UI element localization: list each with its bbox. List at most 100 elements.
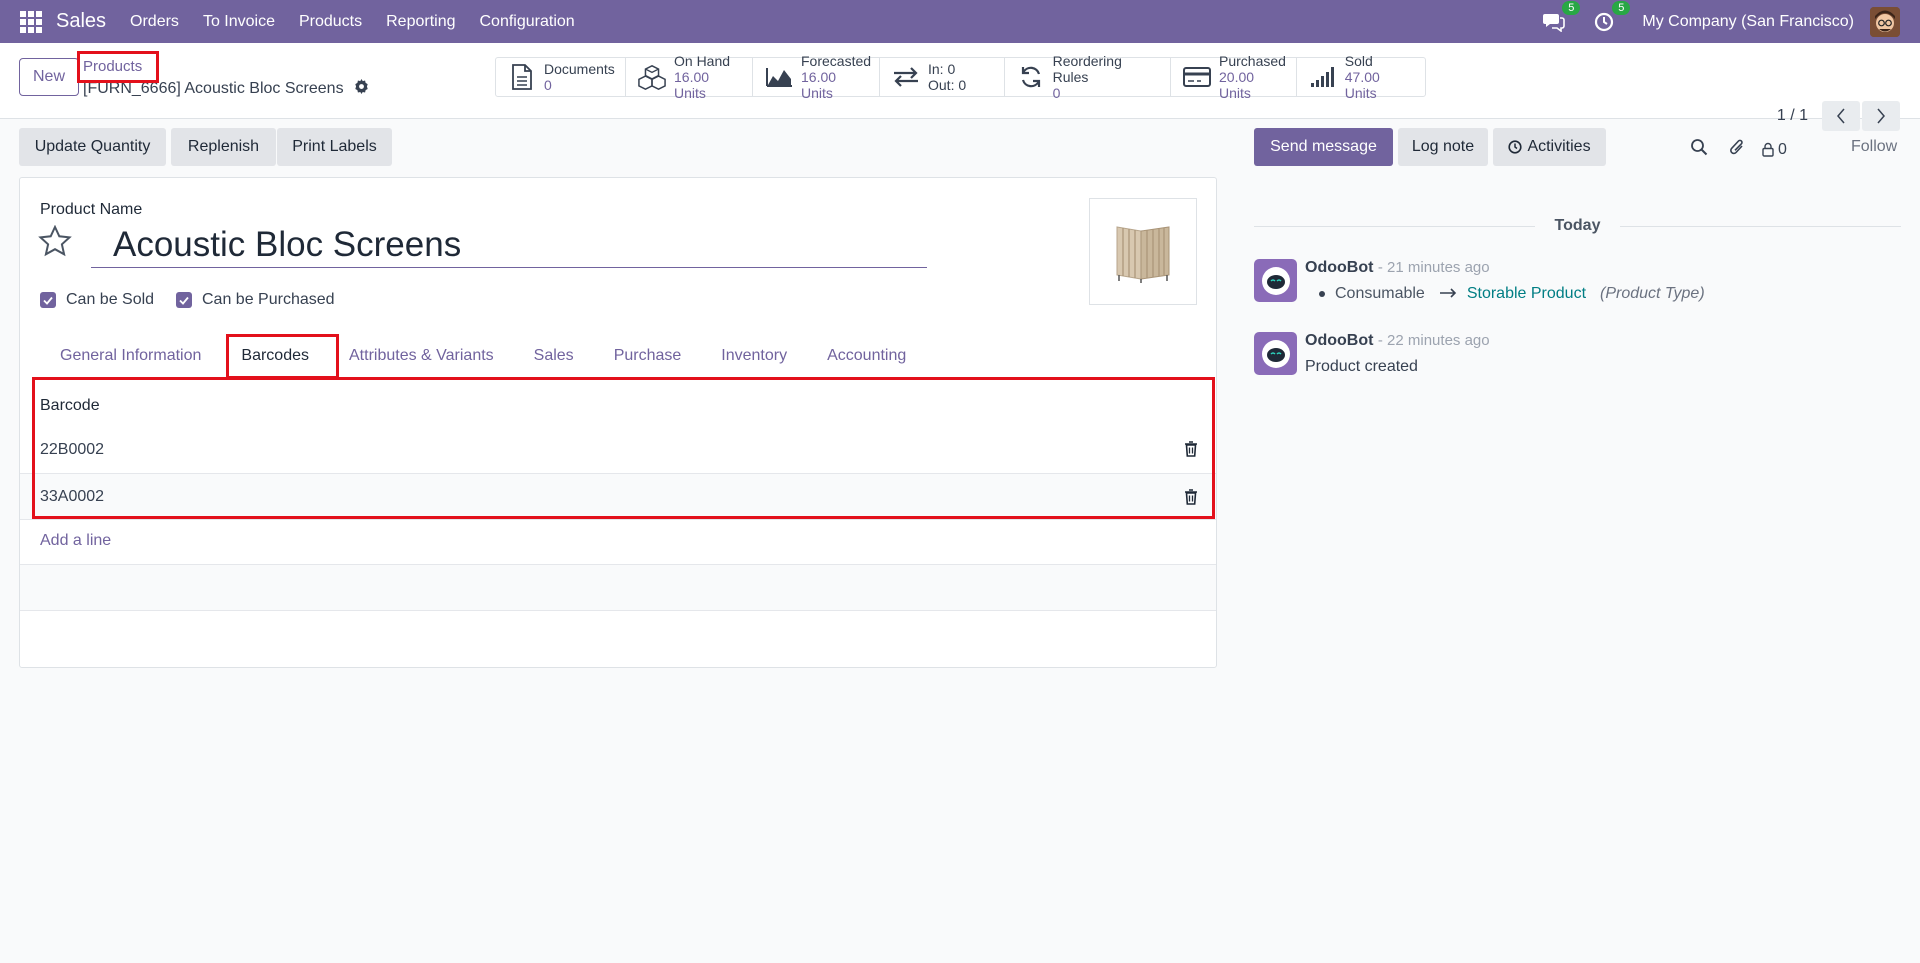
smart-buttons: Documents 0 On Hand 16.00 Units Forecasted…	[495, 53, 1426, 101]
activities-button[interactable]: Activities	[1493, 128, 1606, 166]
tracking-new-value: Storable Product	[1466, 285, 1587, 302]
pager-value[interactable]: 1 / 1	[1777, 107, 1808, 125]
messages-icon[interactable]: 5	[1542, 0, 1581, 34]
menu-to-invoice[interactable]: To Invoice	[203, 13, 275, 31]
smart-button-value: 47.00 Units	[1344, 69, 1380, 101]
new-button[interactable]: New	[19, 58, 79, 96]
smart-button-label: Documents	[544, 61, 615, 77]
tracking-value: Consumable Storable Product (Product Typ…	[1305, 285, 1705, 303]
log-note-button[interactable]: Log note	[1398, 128, 1488, 166]
odoobot-avatar[interactable]	[1254, 259, 1297, 302]
menu-configuration[interactable]: Configuration	[480, 13, 575, 31]
row-divider	[20, 519, 1216, 520]
replenish-button[interactable]: Replenish	[171, 128, 276, 166]
menu-products[interactable]: Products	[299, 13, 362, 31]
paperclip-icon[interactable]	[1728, 137, 1746, 162]
highlight-box-barcodes-table	[32, 377, 1215, 519]
smart-button-sold[interactable]: Sold 47.00 Units	[1297, 53, 1425, 101]
product-image[interactable]	[1089, 198, 1197, 305]
pager-next-button[interactable]	[1862, 101, 1900, 131]
activities-label: Activities	[1527, 138, 1591, 155]
smart-button-label: Sold	[1344, 53, 1373, 69]
tab-accounting[interactable]: Accounting	[807, 337, 926, 375]
follow-button[interactable]: Follow	[1851, 138, 1897, 156]
pager-previous-button[interactable]	[1822, 101, 1860, 131]
update-quantity-button[interactable]: Update Quantity	[19, 128, 166, 166]
search-icon[interactable]	[1690, 138, 1708, 161]
smart-button-value: 0	[1052, 85, 1061, 101]
tab-general-information[interactable]: General Information	[40, 337, 221, 375]
apps-grid-icon[interactable]	[20, 10, 42, 33]
tab-purchase[interactable]: Purchase	[594, 337, 702, 375]
user-avatar[interactable]	[1870, 6, 1900, 37]
chevron-left-icon	[1837, 108, 1845, 124]
menu-orders[interactable]: Orders	[130, 13, 179, 31]
tab-attributes-variants[interactable]: Attributes & Variants	[329, 337, 514, 375]
document-icon	[508, 63, 536, 91]
chatter-message: OdooBot - 22 minutes ago Product created	[1254, 332, 1490, 376]
followers-button[interactable]: 0	[1762, 141, 1787, 159]
messages-badge: 5	[1562, 0, 1581, 15]
highlight-box-products	[77, 51, 159, 83]
date-separator-label: Today	[1554, 217, 1601, 234]
smart-button-value: Out: 0	[928, 77, 967, 93]
smart-button-label: Forecasted	[801, 53, 872, 69]
smart-button-on-hand[interactable]: On Hand 16.00 Units	[626, 53, 753, 101]
message-author[interactable]: OdooBot	[1305, 332, 1373, 349]
separator-line	[1254, 225, 1535, 227]
star-favorite-icon[interactable]	[38, 224, 72, 262]
smart-button-value: 20.00 Units	[1219, 69, 1255, 101]
pager: 1 / 1	[1777, 101, 1900, 131]
odoobot-avatar[interactable]	[1254, 332, 1297, 375]
app-brand[interactable]: Sales	[56, 10, 106, 33]
lock-user-icon	[1762, 142, 1774, 157]
message-time: - 22 minutes ago	[1377, 332, 1490, 349]
smart-button-in-out[interactable]: In: 0 Out: 0	[880, 58, 1005, 96]
row-divider	[20, 610, 1216, 611]
checkbox-checked-icon[interactable]	[40, 292, 56, 308]
top-navbar: Sales Orders To Invoice Products Reporti…	[0, 0, 1920, 43]
arrow-right-icon	[1439, 285, 1457, 303]
tab-inventory[interactable]: Inventory	[701, 337, 807, 375]
credit-card-icon	[1183, 63, 1211, 91]
message-body: Product created	[1305, 358, 1418, 375]
smart-button-documents[interactable]: Documents 0	[496, 58, 626, 96]
company-switcher[interactable]: My Company (San Francisco)	[1642, 13, 1854, 31]
message-time: - 21 minutes ago	[1377, 259, 1490, 276]
smart-button-value: 0	[544, 77, 552, 93]
can-be-purchased-checkbox[interactable]: Can be Purchased	[176, 291, 335, 309]
can-be-purchased-label: Can be Purchased	[202, 291, 335, 308]
acoustic-screen-image-icon	[1116, 225, 1170, 283]
smart-button-label: Reordering Rules	[1052, 53, 1122, 85]
checkbox-checked-icon[interactable]	[176, 292, 192, 308]
tracking-old-value: Consumable	[1335, 285, 1425, 302]
exchange-icon	[892, 63, 920, 91]
activities-clock-icon[interactable]: 5	[1592, 0, 1631, 34]
area-chart-icon	[765, 63, 793, 91]
can-be-sold-label: Can be Sold	[66, 291, 155, 308]
form-tabs: General Information Barcodes Attributes …	[40, 337, 926, 375]
product-name-input[interactable]: Acoustic Bloc Screens	[91, 223, 927, 268]
signal-icon	[1309, 63, 1337, 91]
tab-sales[interactable]: Sales	[514, 337, 594, 375]
clock-icon	[1508, 140, 1523, 154]
date-separator: Today	[1254, 216, 1901, 236]
chatter-tools: 0	[1690, 137, 1787, 162]
product-name-label: Product Name	[40, 201, 143, 218]
add-a-line-link[interactable]: Add a line	[40, 532, 111, 550]
smart-button-value: 16.00 Units	[801, 69, 837, 101]
print-labels-button[interactable]: Print Labels	[277, 128, 392, 166]
gear-icon[interactable]	[354, 79, 369, 99]
menu-reporting[interactable]: Reporting	[386, 13, 455, 31]
smart-button-reordering-rules[interactable]: Reordering Rules 0	[1005, 53, 1171, 101]
can-be-sold-checkbox[interactable]: Can be Sold	[40, 291, 154, 309]
send-message-button[interactable]: Send message	[1254, 128, 1393, 166]
smart-button-label: In: 0	[928, 61, 956, 77]
followers-count: 0	[1778, 140, 1787, 158]
smart-button-purchased[interactable]: Purchased 20.00 Units	[1171, 53, 1297, 101]
message-author[interactable]: OdooBot	[1305, 259, 1373, 276]
cubes-icon	[638, 63, 666, 91]
bullet-dot	[1319, 291, 1325, 297]
smart-button-forecasted[interactable]: Forecasted 16.00 Units	[753, 53, 880, 101]
chevron-right-icon	[1877, 108, 1885, 124]
